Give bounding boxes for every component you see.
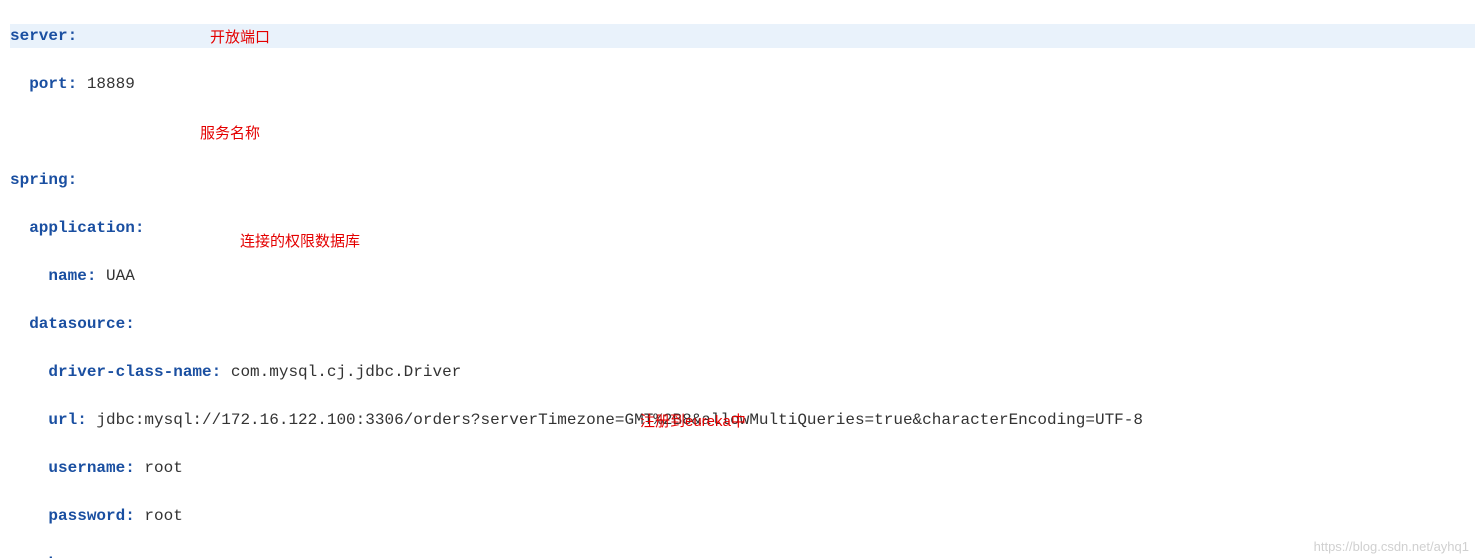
yaml-key: application: [29,219,144,237]
yaml-value: root [135,507,183,525]
annotation-database: 连接的权限数据库 [240,230,360,251]
yaml-value: com.mysql.cj.jdbc.Driver [221,363,461,381]
code-line: datasource: [10,312,1475,336]
yaml-code[interactable]: server: port: 18889 spring: application:… [0,0,1475,558]
yaml-key: datasource: [29,315,135,333]
code-line: driver-class-name: com.mysql.cj.jdbc.Dri… [10,360,1475,384]
watermark-text: https://blog.csdn.net/ayhq1 [1314,539,1469,554]
yaml-value: UAA [96,267,134,285]
code-line: username: root [10,456,1475,480]
yaml-value: 18889 [77,75,135,93]
code-line: application: [10,216,1475,240]
yaml-value: root [135,459,183,477]
yaml-key: driver-class-name: [48,363,221,381]
yaml-value: jdbc:mysql://172.16.122.100:3306/orders?… [87,411,1143,429]
code-line: spring: [10,168,1475,192]
code-line: name: UAA [10,264,1475,288]
yaml-key: password: [48,507,134,525]
yaml-key: port: [29,75,77,93]
yaml-key: name: [48,267,96,285]
yaml-key: url: [48,411,86,429]
annotation-port: 开放端口 [210,26,270,47]
code-line: password: root [10,504,1475,528]
yaml-key: spring: [10,171,77,189]
code-line: port: 18889 [10,72,1475,96]
yaml-key: username: [48,459,134,477]
annotation-eureka: 注册到eureka中 [640,410,746,431]
yaml-key: server: [10,27,77,45]
code-line: eureka: [10,552,1475,558]
code-editor: server: port: 18889 spring: application:… [0,0,1475,558]
annotation-service: 服务名称 [200,122,260,143]
